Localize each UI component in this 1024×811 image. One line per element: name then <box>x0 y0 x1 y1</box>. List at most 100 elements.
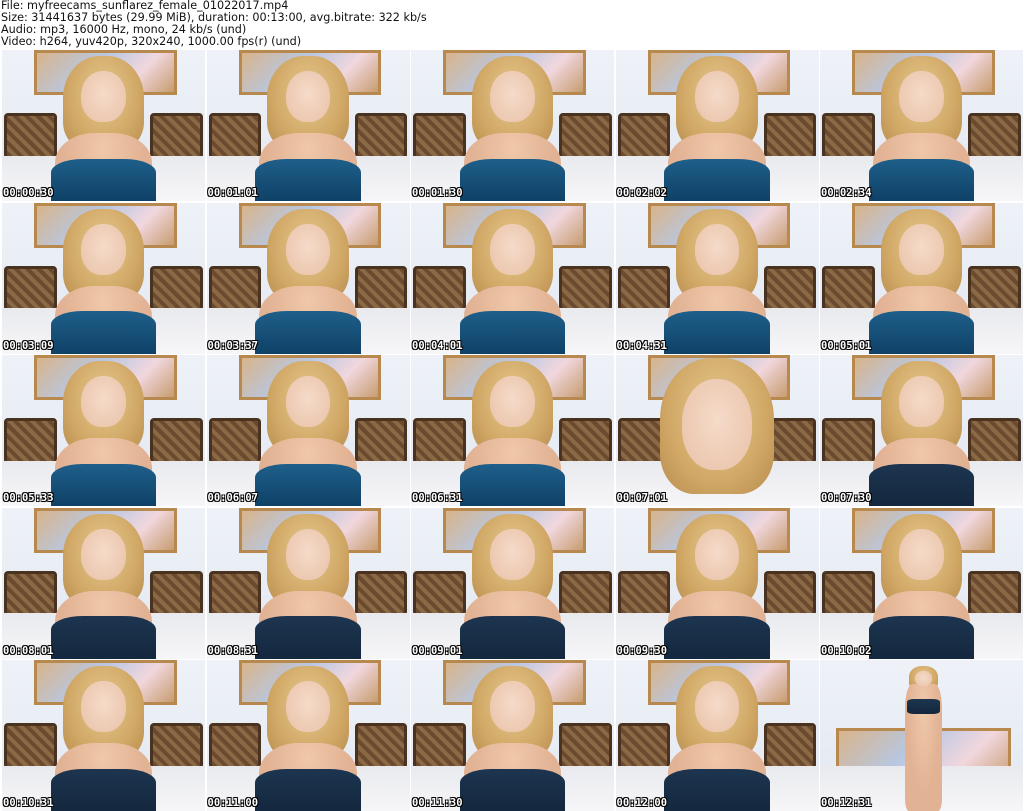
thumbnail-frame-top <box>868 158 975 201</box>
thumbnail-frame-cushion-r <box>763 113 817 159</box>
thumbnail-frame-cushion-l <box>617 723 671 769</box>
video-thumbnail[interactable]: 00:06:07 <box>206 355 410 506</box>
video-thumbnail[interactable]: 00:07:30 <box>820 355 1023 506</box>
thumbnail-frame-cushion-l <box>822 265 875 312</box>
thumbnail-frame-top <box>664 768 770 811</box>
thumbnail-frame-face <box>81 681 126 733</box>
thumbnail-frame-cushion-r <box>968 265 1021 312</box>
thumbnail-frame-cushion-r <box>354 113 408 159</box>
video-thumbnail[interactable]: 00:08:31 <box>206 507 410 659</box>
video-thumbnail[interactable]: 00:09:01 <box>411 507 614 659</box>
video-thumbnail[interactable]: 00:00:30 <box>2 50 205 201</box>
video-thumbnail[interactable]: 00:12:31 <box>820 660 1023 811</box>
thumbnail-frame-face <box>899 71 944 123</box>
thumbnail-frame-cushion-r <box>559 570 612 617</box>
thumbnail-timestamp: 00:06:07 <box>207 492 259 504</box>
thumbnail-timestamp: 00:10:02 <box>821 644 872 657</box>
thumbnail-frame-cushion-l <box>413 570 466 617</box>
thumbnail-frame-top <box>459 616 566 659</box>
thumbnail-frame-cushion-l <box>822 113 875 159</box>
thumbnail-frame-face <box>899 376 944 428</box>
thumbnail-frame-cushion-r <box>150 723 203 769</box>
thumbnail-frame-face <box>81 223 126 275</box>
video-thumbnail[interactable]: 00:07:01 <box>615 355 819 506</box>
thumbnail-frame-face <box>694 223 740 275</box>
video-thumbnail[interactable]: 00:02:34 <box>820 50 1023 201</box>
thumbnail-frame-top <box>664 158 770 201</box>
thumbnail-timestamp: 00:09:30 <box>616 644 668 657</box>
thumbnail-frame-cushion-l <box>4 418 57 464</box>
video-thumbnail[interactable]: 00:04:31 <box>615 202 819 354</box>
thumbnail-frame-face <box>285 681 331 733</box>
thumbnail-timestamp: 00:10:31 <box>3 797 54 809</box>
thumbnail-timestamp: 00:01:01 <box>207 187 259 199</box>
file-info-header: File: myfreecams_sunflarez_female_010220… <box>0 0 1024 50</box>
thumbnail-timestamp: 00:09:01 <box>412 644 463 657</box>
thumbnail-frame-cushion-r <box>559 113 612 159</box>
thumbnail-frame-cushion-r <box>763 723 817 769</box>
thumbnail-frame-cushion-l <box>208 723 262 769</box>
thumbnail-frame-face <box>81 528 126 580</box>
video-thumbnail[interactable]: 00:12:00 <box>615 660 819 811</box>
thumbnail-frame-face <box>81 71 126 123</box>
thumbnail-timestamp: 00:08:31 <box>207 644 259 657</box>
thumbnail-timestamp: 00:07:30 <box>821 492 872 504</box>
thumbnail-frame-face <box>285 528 331 580</box>
video-thumbnail[interactable]: 00:01:30 <box>411 50 614 201</box>
thumbnail-timestamp: 00:12:31 <box>821 797 872 809</box>
video-thumbnail[interactable]: 00:09:30 <box>615 507 819 659</box>
thumbnail-frame-cushion-r <box>354 418 408 464</box>
video-thumbnail[interactable]: 00:02:02 <box>615 50 819 201</box>
thumbnail-frame-cushion-r <box>150 570 203 617</box>
thumbnail-frame-cushion-l <box>822 418 875 464</box>
thumbnail-frame-top <box>664 311 770 354</box>
thumbnail-frame-cushion-r <box>559 418 612 464</box>
thumbnail-timestamp: 00:02:34 <box>821 187 872 199</box>
video-thumbnail[interactable]: 00:08:01 <box>2 507 205 659</box>
thumbnail-timestamp: 00:11:30 <box>412 797 463 809</box>
thumbnail-frame-top <box>50 463 157 506</box>
video-thumbnail[interactable]: 00:11:30 <box>411 660 614 811</box>
thumbnail-frame-top <box>255 311 361 354</box>
thumbnail-frame-cushion-r <box>763 570 817 617</box>
thumbnail-frame-cushion-l <box>413 113 466 159</box>
thumbnail-frame-cushion-l <box>822 570 875 617</box>
thumbnail-frame-face <box>285 71 331 123</box>
video-thumbnail[interactable]: 00:03:09 <box>2 202 205 354</box>
thumbnail-timestamp: 00:05:33 <box>3 492 54 504</box>
thumbnail-frame-face <box>694 71 740 123</box>
thumbnail-timestamp: 00:06:31 <box>412 492 463 504</box>
thumbnail-frame-face <box>899 223 944 275</box>
video-thumbnail[interactable]: 00:01:01 <box>206 50 410 201</box>
thumbnail-frame-face <box>285 376 331 428</box>
thumbnail-frame-top <box>459 158 566 201</box>
video-thumbnail[interactable]: 00:06:31 <box>411 355 614 506</box>
thumbnail-frame-cushion-l <box>208 418 262 464</box>
thumbnail-frame-cushion-r <box>968 570 1021 617</box>
video-thumbnail[interactable]: 00:10:31 <box>2 660 205 811</box>
video-thumbnail[interactable]: 00:10:02 <box>820 507 1023 659</box>
video-thumbnail[interactable]: 00:04:01 <box>411 202 614 354</box>
thumbnail-frame-top <box>459 311 566 354</box>
thumbnail-timestamp: 00:05:01 <box>821 339 872 352</box>
thumbnail-timestamp: 00:11:00 <box>207 797 259 809</box>
thumbnail-frame-cushion-r <box>150 265 203 312</box>
video-thumbnail[interactable]: 00:05:01 <box>820 202 1023 354</box>
video-thumbnail[interactable]: 00:03:37 <box>206 202 410 354</box>
thumbnail-frame-face <box>81 376 126 428</box>
thumbnail-frame-face <box>682 379 752 470</box>
thumbnail-frame-top <box>255 616 361 659</box>
thumbnail-frame-cushion-r <box>354 570 408 617</box>
thumbnail-frame-top <box>255 768 361 811</box>
thumbnail-frame-cushion-l <box>4 265 57 312</box>
thumbnail-frame-cushion-r <box>354 265 408 312</box>
video-thumbnail[interactable]: 00:11:00 <box>206 660 410 811</box>
video-thumbnail[interactable]: 00:05:33 <box>2 355 205 506</box>
thumbnail-frame-cushion-l <box>617 570 671 617</box>
thumbnail-timestamp: 00:03:09 <box>3 339 54 352</box>
thumbnail-frame-top <box>50 768 157 811</box>
thumbnail-frame-cushion-l <box>4 113 57 159</box>
thumbnail-frame-top <box>907 699 940 715</box>
thumbnail-frame-top <box>50 158 157 201</box>
thumbnail-frame-face <box>694 528 740 580</box>
